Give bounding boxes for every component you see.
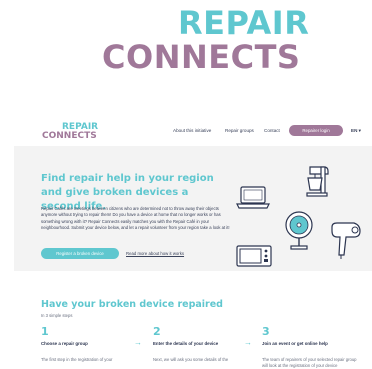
step-number: 2 [153, 325, 161, 338]
steps-subtitle: In 3 simple steps [41, 313, 73, 318]
website-screenshot: REPAIR CONNECTS About this initiative Re… [14, 116, 372, 369]
step-title: Join an event or get online help [262, 341, 328, 346]
step-2: 2 Enter the details of your device Next,… [153, 326, 253, 363]
hero-intro: Repair Cafés are meetings between citize… [41, 206, 230, 231]
hero-section: Find repair help in your region and give… [14, 146, 372, 271]
step-title: Choose a repair group [41, 341, 88, 346]
step-1: 1 Choose a repair group The first step i… [41, 326, 141, 363]
site-logo[interactable]: REPAIR CONNECTS [42, 123, 98, 141]
hair-dryer-icon [331, 222, 361, 259]
wordmark-line-1: REPAIR [178, 4, 310, 42]
top-navigation: REPAIR CONNECTS About this initiative Re… [14, 116, 372, 146]
stand-mixer-icon [306, 166, 329, 197]
site-logo-line-2: CONNECTS [42, 131, 97, 141]
step-number: 1 [41, 325, 49, 338]
read-more-link[interactable]: Read more about how it works [126, 251, 184, 256]
fan-icon [285, 211, 313, 250]
nav-link-contact[interactable]: Contact [264, 128, 280, 133]
step-number: 3 [262, 325, 270, 338]
language-selector[interactable]: EN ▾ [351, 128, 361, 134]
step-description: Next, we will ask you some details of th… [153, 357, 229, 362]
step-description: The team of repairers of your selected r… [262, 357, 357, 368]
arrow-right-icon: → [134, 338, 142, 347]
step-description: The first step in the registration of yo… [41, 357, 113, 362]
microwave-icon [236, 245, 272, 267]
laptop-icon [236, 186, 270, 209]
nav-link-about[interactable]: About this initiative [173, 128, 211, 133]
repair-connects-wordmark: REPAIR CONNECTS [0, 6, 372, 78]
steps-title: Have your broken device repaired [41, 299, 223, 310]
nav-link-repair-groups[interactable]: Repair groups [225, 128, 254, 133]
step-3: 3 Join an event or get online help The t… [262, 326, 362, 369]
repairer-login-button[interactable]: Repairer login [289, 125, 343, 136]
register-device-button[interactable]: Register a broken device [41, 248, 119, 259]
wordmark-line-2: CONNECTS [102, 38, 301, 76]
step-title: Enter the details of your device [153, 341, 219, 346]
arrow-right-icon: → [244, 338, 252, 347]
